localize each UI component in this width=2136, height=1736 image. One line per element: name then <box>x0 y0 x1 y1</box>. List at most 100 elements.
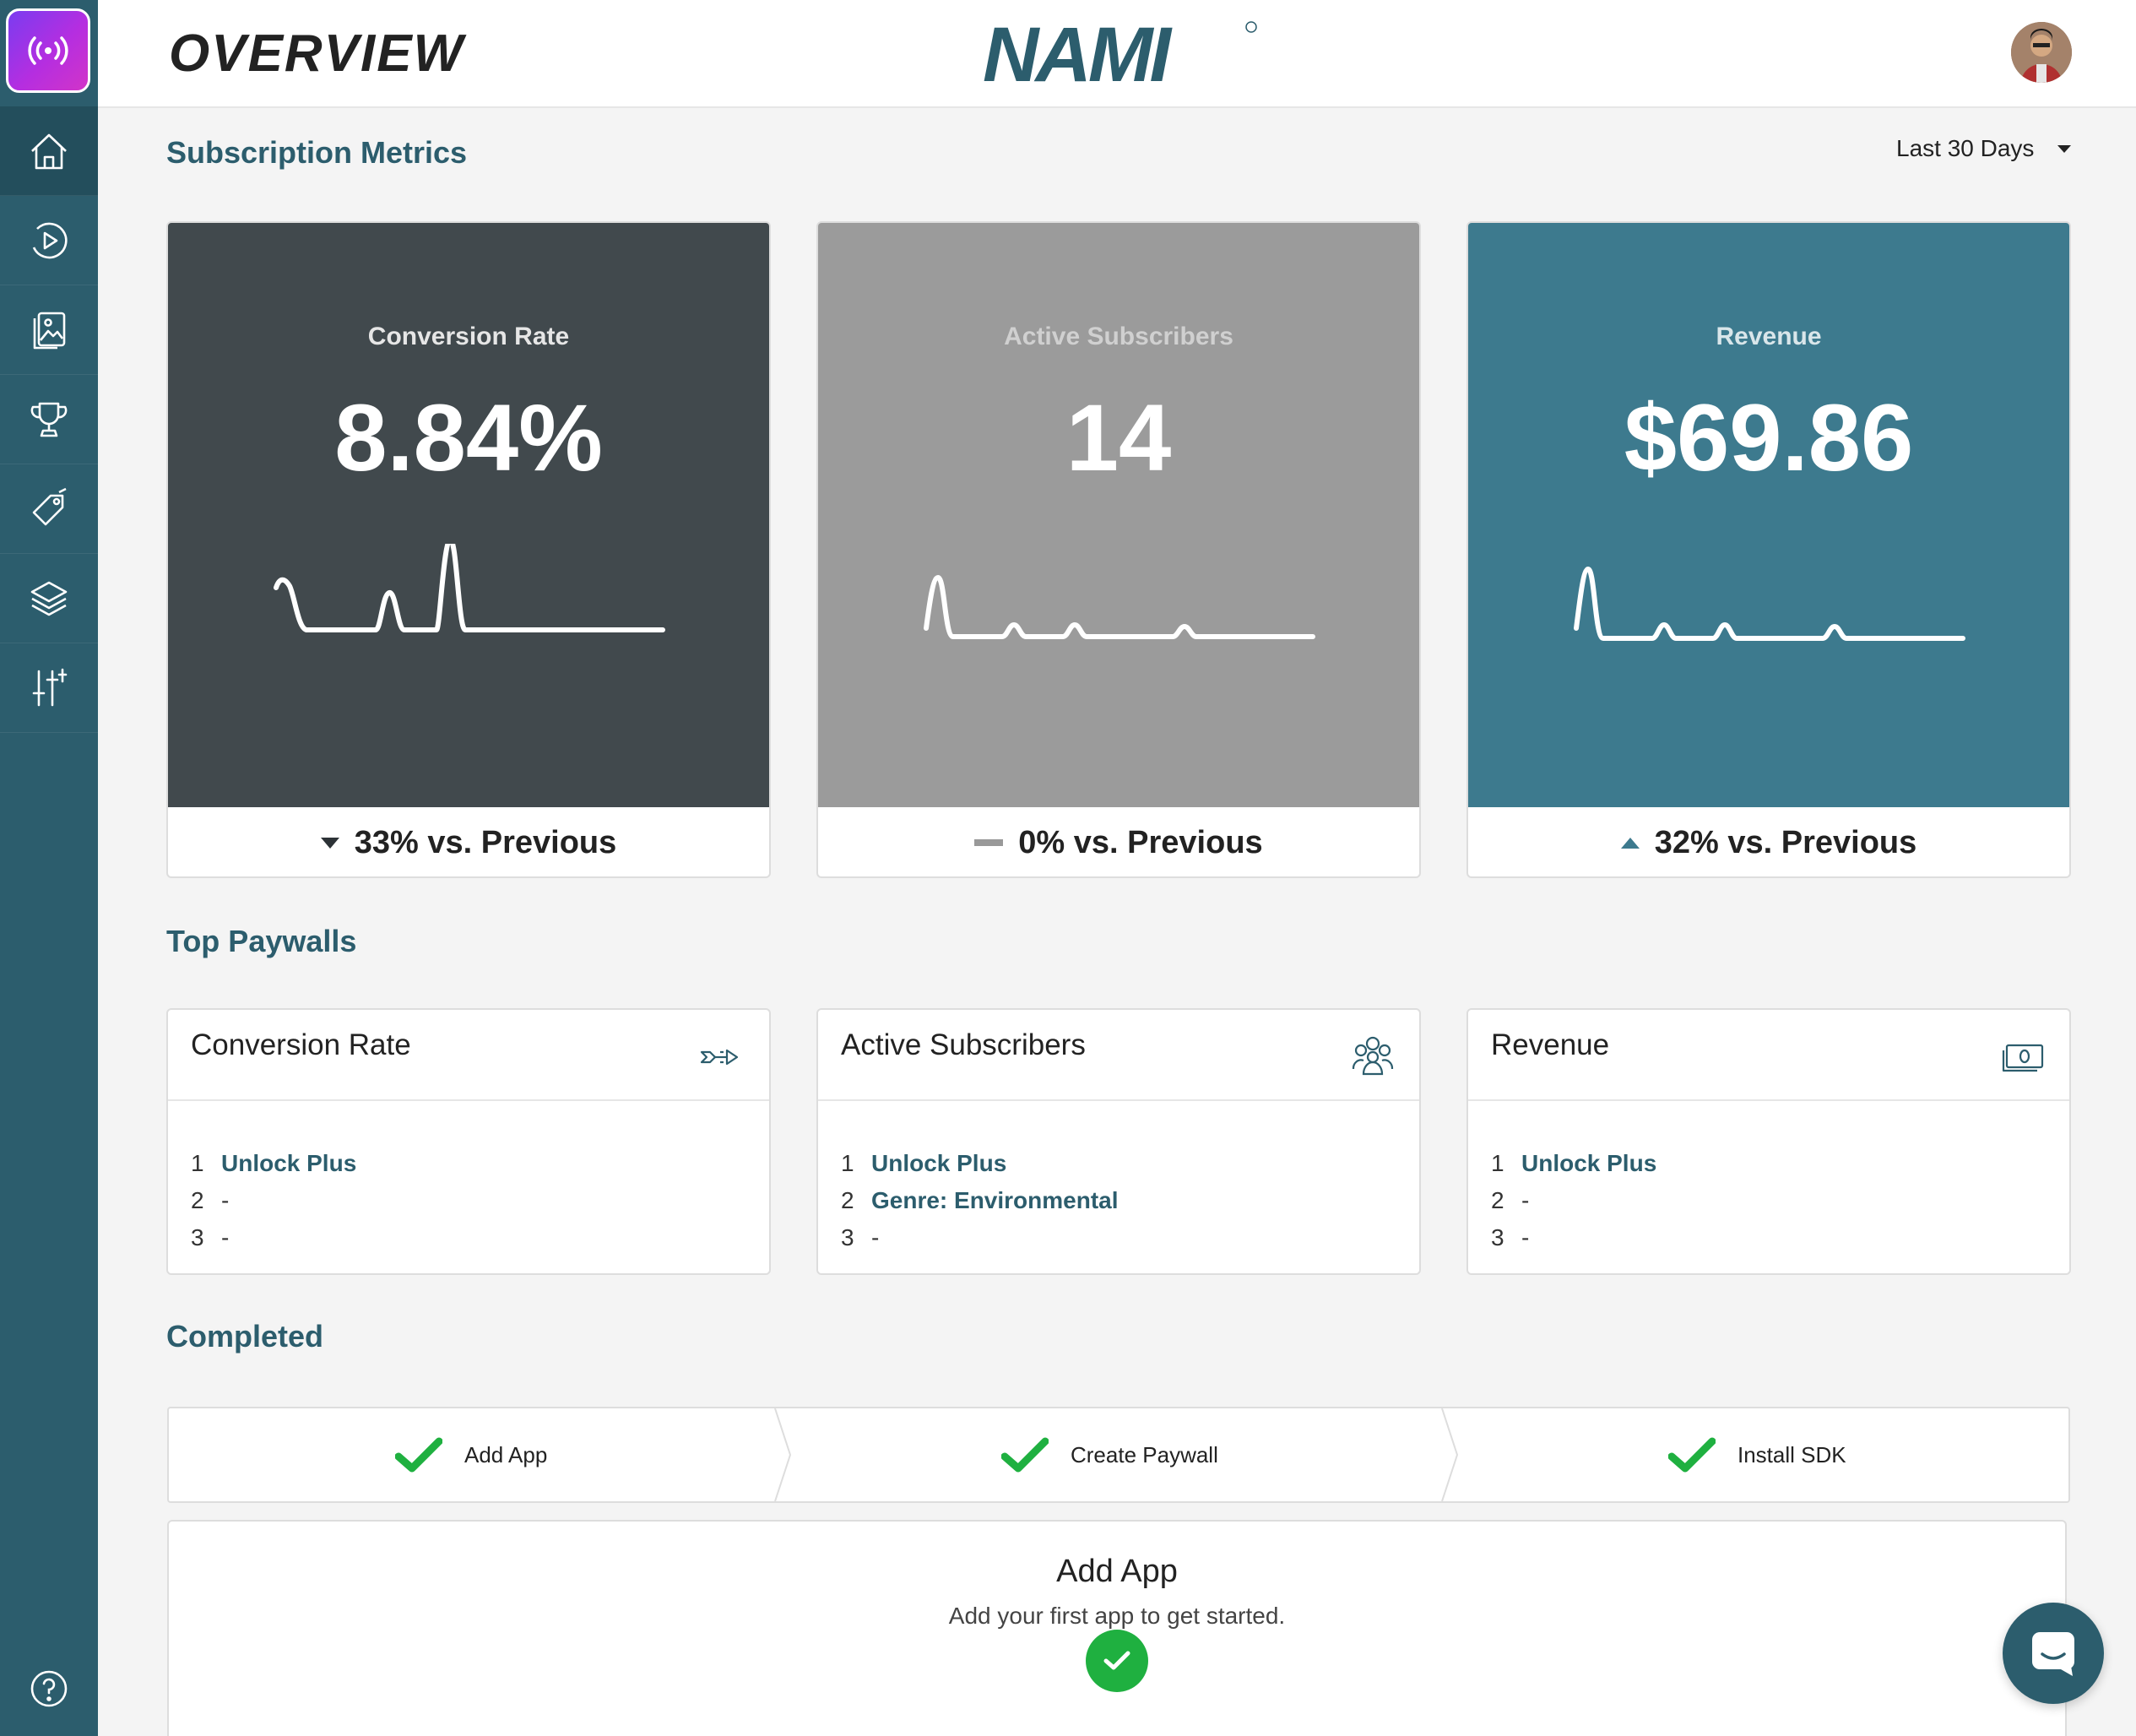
sidebar-item-integrations[interactable] <box>0 554 98 643</box>
brand-logo-text: NAMI <box>983 15 1174 86</box>
check-icon <box>1001 1437 1049 1473</box>
metric-change-label: 33% vs. Previous <box>354 824 617 860</box>
paywall-list: 1 Unlock Plus 2- 3- <box>191 1145 356 1256</box>
sparkline <box>1574 567 1965 641</box>
sparkline <box>274 544 665 632</box>
paywall-card-header: Conversion Rate <box>168 1010 769 1101</box>
paywall-empty: - <box>1521 1187 1530 1213</box>
caret-down-icon <box>320 837 339 849</box>
paywall-card-title: Revenue <box>1491 1028 1610 1061</box>
metric-card-top: Conversion Rate 8.84% <box>168 223 769 807</box>
app-logo[interactable] <box>6 8 90 93</box>
cash-icon <box>2002 1044 2044 1072</box>
step-create-paywall[interactable]: Create Paywall <box>1001 1408 1218 1501</box>
step-add-app[interactable]: Add App <box>395 1408 547 1501</box>
trophy-icon <box>30 402 68 437</box>
home-icon <box>31 133 67 169</box>
rank-number: 1 <box>1491 1150 1504 1176</box>
chevron-down-icon <box>2057 144 2072 153</box>
sidebar-item-paywalls[interactable] <box>0 285 98 375</box>
broadcast-icon <box>28 36 68 65</box>
metric-value: 14 <box>1065 385 1172 491</box>
help-button[interactable] <box>0 1655 98 1722</box>
paywall-link[interactable]: Unlock Plus <box>1521 1150 1656 1177</box>
metric-label: Conversion Rate <box>367 323 570 350</box>
metric-value: 8.84% <box>334 385 603 491</box>
play-circle-icon <box>32 222 68 258</box>
date-range-select[interactable]: Last 30 Days <box>1896 135 2072 162</box>
add-app-title: Add App <box>1056 1554 1178 1589</box>
paywall-card-active-subscribers: Active Subscribers 1 Unlock Plus 2 Genre: … <box>816 1008 1421 1275</box>
metric-card-revenue[interactable]: Revenue $69.86 32% vs. Previous <box>1466 221 2071 878</box>
rank-number: 2 <box>1491 1187 1504 1213</box>
sidebar-item-products[interactable] <box>0 464 98 554</box>
metric-label: Active Subscribers <box>1004 323 1233 350</box>
check-icon <box>395 1437 442 1473</box>
help-icon <box>30 1670 68 1707</box>
rank-number: 3 <box>841 1224 854 1250</box>
date-range-label: Last 30 Days <box>1896 135 2035 161</box>
paywall-card-conversion-rate: Conversion Rate 1 Unlock Plus 2- 3- <box>166 1008 771 1275</box>
neutral-dash-icon <box>974 839 1004 846</box>
rank-number: 1 <box>841 1150 854 1176</box>
paywall-card-revenue: Revenue 1 Unlock Plus 2- 3- <box>1466 1008 2071 1275</box>
rank-number: 2 <box>841 1187 854 1213</box>
list-item[interactable]: 1 Unlock Plus <box>191 1145 356 1182</box>
step-label: Create Paywall <box>1071 1441 1218 1467</box>
paywall-link[interactable]: Genre: Environmental <box>871 1187 1119 1214</box>
paywall-empty: - <box>1521 1224 1530 1250</box>
paywall-card-title: Conversion Rate <box>191 1028 411 1061</box>
section-title-subscription-metrics: Subscription Metrics <box>166 135 468 170</box>
rank-number: 1 <box>191 1150 204 1176</box>
check-icon <box>1668 1437 1716 1473</box>
chat-icon <box>2032 1632 2074 1676</box>
tag-icon <box>32 487 67 525</box>
metric-change: 32% vs. Previous <box>1468 807 2069 876</box>
list-item[interactable]: 1 Unlock Plus <box>1491 1145 1656 1182</box>
sidebar-item-settings[interactable] <box>0 643 98 733</box>
metric-label: Revenue <box>1716 323 1822 350</box>
list-item: 2- <box>1491 1182 1656 1219</box>
metric-card-top: Active Subscribers 14 <box>818 223 1419 807</box>
section-title-top-paywalls: Top Paywalls <box>166 924 357 958</box>
list-item[interactable]: 2 Genre: Environmental <box>841 1182 1119 1219</box>
paywall-empty: - <box>221 1224 230 1250</box>
sidebar-item-entitlements[interactable] <box>0 375 98 464</box>
sidebar <box>0 0 98 1736</box>
avatar[interactable] <box>2011 22 2072 83</box>
paywall-card-header: Revenue <box>1468 1010 2069 1101</box>
paywall-link[interactable]: Unlock Plus <box>221 1150 356 1177</box>
chat-launcher-button[interactable] <box>2003 1603 2104 1704</box>
step-label: Add App <box>464 1441 548 1467</box>
app-root: OVERVIEW NAMI Subscription Metrics Last … <box>0 0 2136 1736</box>
section-title-completed: Completed <box>166 1319 324 1354</box>
metric-card-top: Revenue $69.86 <box>1468 223 2069 807</box>
metric-card-active-subscribers[interactable]: Active Subscribers 14 0% vs. Previous <box>816 221 1421 878</box>
add-app-subtitle: Add your first app to get started. <box>948 1603 1286 1629</box>
paywall-link[interactable]: Unlock Plus <box>871 1150 1006 1177</box>
paywall-empty: - <box>221 1187 230 1213</box>
onboarding-steps: Add App Create Paywall Install SDK <box>167 1407 2070 1503</box>
step-divider <box>1441 1408 1459 1501</box>
metric-card-conversion-rate[interactable]: Conversion Rate 8.84% 33% vs. Previous <box>166 221 771 878</box>
rank-number: 2 <box>191 1187 204 1213</box>
step-install-sdk[interactable]: Install SDK <box>1668 1408 1846 1501</box>
caret-up-icon <box>1620 837 1640 849</box>
check-icon <box>1103 1651 1130 1670</box>
sparkline <box>924 575 1315 639</box>
paywall-card-header: Active Subscribers <box>818 1010 1419 1101</box>
sidebar-item-campaigns[interactable] <box>0 196 98 285</box>
paywall-list: 1 Unlock Plus 2- 3- <box>1491 1145 1656 1256</box>
list-item: 3- <box>841 1219 1119 1256</box>
paywall-empty: - <box>871 1224 880 1250</box>
sidebar-item-home[interactable] <box>0 106 98 196</box>
list-item: 2- <box>191 1182 356 1219</box>
sliders-icon <box>32 668 68 706</box>
rank-number: 3 <box>191 1224 204 1250</box>
step-label: Install SDK <box>1738 1441 1846 1467</box>
metric-change: 33% vs. Previous <box>168 807 769 876</box>
success-check-badge <box>1086 1630 1148 1692</box>
conversion-arrow-icon <box>700 1049 739 1066</box>
page-title: OVERVIEW <box>169 24 465 83</box>
list-item[interactable]: 1 Unlock Plus <box>841 1145 1119 1182</box>
